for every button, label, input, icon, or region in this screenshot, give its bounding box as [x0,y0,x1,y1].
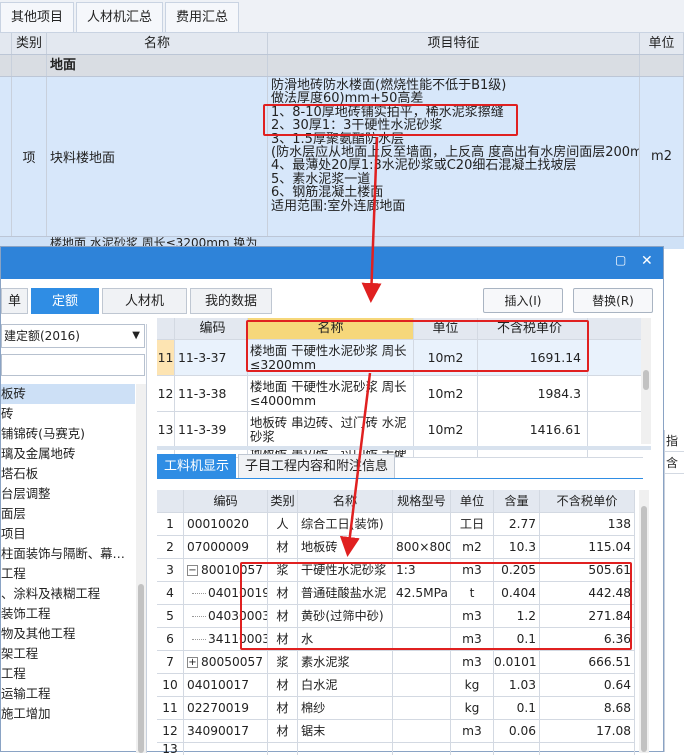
item-unit: m2 [640,77,684,236]
tree-search-input[interactable] [1,354,145,376]
tree-item[interactable]: 运输工程 [1,684,135,704]
tab-my-data[interactable]: 我的数据 [190,288,273,314]
tree-item[interactable]: 、涂料及裱糊工程 [1,584,135,604]
tree-item[interactable]: 板砖 [1,384,135,404]
item-name: 块料楼地面 [47,77,268,236]
quota-library-select[interactable]: 建定额(2016) ▼ [1,324,145,348]
table-row[interactable]: 12 34090017 材 锯末 m3 0.06 17.08 [157,720,635,743]
expand-toggle-icon[interactable]: + [187,657,198,668]
table-row[interactable]: 13 [157,743,635,755]
dialog-tabs: 单 定额 人材机 我的数据 [1,288,275,314]
highlight-box-quota-row [246,320,589,372]
col-unit[interactable]: 单位 [451,490,494,512]
item-features[interactable]: 防滑地砖防水楼面(燃烧性能不低于B1级) 做法厚度60)mm+50高差 1、8-… [268,77,640,236]
tab-material-display[interactable]: 工料机显示 [157,454,237,478]
quota-library-value: 建定额(2016) [4,329,80,343]
bill-grid: 类别 名称 项目特征 单位 地面 项 块料楼地面 防滑地砖防水楼面(燃烧性能不低… [0,33,684,249]
tab-labor-material[interactable]: 人材机 [102,288,188,314]
feature-line: 6、钢筋混凝土楼面 [271,185,384,201]
col-unit[interactable]: 单位 [640,33,684,54]
col-code[interactable]: 编码 [184,490,268,512]
tab-bill[interactable]: 单 [1,288,29,314]
col-price[interactable]: 不含税单价 [540,490,635,512]
dialog-title-bar[interactable]: ▢ ✕ [1,247,663,279]
group-row[interactable]: 地面 [0,55,684,77]
col-name[interactable]: 名称 [298,490,393,512]
table-row[interactable]: 12 11-3-38 楼地面 干硬性水泥砂浆 周长≤4000mm 10m2 19… [157,376,643,412]
highlight-box-features [263,104,518,136]
tree-item[interactable]: 装饰工程 [1,604,135,624]
splitter[interactable] [157,446,651,450]
tree-scroll-thumb[interactable] [138,584,144,753]
tree-item[interactable]: 璃及金属地砖 [1,444,135,464]
material-scrollbar[interactable] [639,490,649,753]
material-scroll-thumb[interactable] [641,506,647,752]
tab-quota[interactable]: 定额 [31,288,100,314]
col-spec[interactable]: 规格型号 [393,490,451,512]
table-row[interactable]: 1 00010020 人 综合工日(装饰) 工日 2.77 138 [157,513,635,536]
highlight-box-materials [240,562,632,650]
close-icon[interactable]: ✕ [641,253,653,269]
tree-item[interactable]: 工程 [1,564,135,584]
item-type: 项 [12,77,47,236]
col-features[interactable]: 项目特征 [268,33,640,54]
tree-item[interactable]: 工程 [1,664,135,684]
table-row[interactable]: 7 +80050057 浆 素水泥浆 m3 0.0101 666.51 [157,651,635,674]
chapter-tree: 板砖 砖 铺锦砖(马赛克) 璃及金属地砖 塔石板 台层调整 面层 项目 柱面装饰… [1,384,135,724]
insert-button[interactable]: 插入(I) [483,288,563,313]
detail-tabs: 工料机显示 子目工程内容和附注信息 [157,454,643,479]
collapse-toggle-icon[interactable]: − [187,565,198,576]
material-table-header: 编码 类别 名称 规格型号 单位 含量 不含税单价 [157,490,635,513]
group-name: 地面 [47,55,268,76]
feature-line: 4、最薄处20厚1:3水泥砂浆或C20细石混凝土找坡层 [271,158,577,174]
col-name[interactable]: 名称 [47,33,268,54]
tree-item[interactable]: 砖 [1,404,135,424]
guide-label[interactable]: 指引 [665,430,684,452]
table-row[interactable]: 11 02270019 材 棉纱 kg 0.1 8.68 [157,697,635,720]
grid-header: 类别 名称 项目特征 单位 [0,33,684,55]
tab-cost-summary[interactable]: 费用汇总 [165,2,240,32]
top-tab-bar: 其他项目 人材机汇总 费用汇总 [0,0,684,33]
tree-item[interactable]: 施工增加 [1,704,135,724]
table-row[interactable]: 13 11-3-39 地板砖 串边砖、过门砖 水泥砂浆 10m2 1416.61 [157,412,643,448]
replace-button[interactable]: 替换(R) [573,288,653,313]
tab-other-items[interactable]: 其他项目 [0,2,75,32]
tree-item[interactable]: 铺锦砖(马赛克) [1,424,135,444]
feature-line: 适用范围:室外连廊地面 [271,198,406,214]
right-side-panel: 指引 含税 [664,430,684,752]
tree-item[interactable]: 台层调整 [1,484,135,504]
tab-labor-material-summary[interactable]: 人材机汇总 [76,2,164,32]
tree-item[interactable]: 项目 [1,524,135,544]
tree-item[interactable]: 面层 [1,504,135,524]
tab-work-content[interactable]: 子目工程内容和附注信息 [238,454,396,478]
col-code[interactable]: 编码 [175,318,248,339]
tree-item[interactable]: 塔石板 [1,464,135,484]
col-type[interactable]: 类别 [12,33,47,54]
col-type[interactable]: 类别 [268,490,298,512]
tax-inclusive-label: 含税 [665,452,684,474]
col-qty[interactable]: 含量 [494,490,540,512]
tree-scrollbar[interactable] [136,384,146,753]
tree-item[interactable]: 架工程 [1,644,135,664]
chevron-down-icon: ▼ [132,330,140,341]
item-row[interactable]: 项 块料楼地面 防滑地砖防水楼面(燃烧性能不低于B1级) 做法厚度60)mm+5… [0,77,684,237]
tree-item[interactable]: 物及其他工程 [1,624,135,644]
quota-scrollbar[interactable] [641,318,651,444]
quota-scroll-thumb[interactable] [643,370,649,390]
tree-item[interactable]: 柱面装饰与隔断、幕… [1,544,135,564]
chapter-tree-pane: 建定额(2016) ▼ 板砖 砖 铺锦砖(马赛克) 璃及金属地砖 塔石板 台层调… [1,324,147,753]
maximize-icon[interactable]: ▢ [615,253,626,267]
table-row[interactable]: 10 04010017 材 白水泥 kg 1.03 0.64 [157,674,635,697]
table-row[interactable]: 2 07000009 材 地板砖 800×800 m2 10.3 115.04 [157,536,635,559]
